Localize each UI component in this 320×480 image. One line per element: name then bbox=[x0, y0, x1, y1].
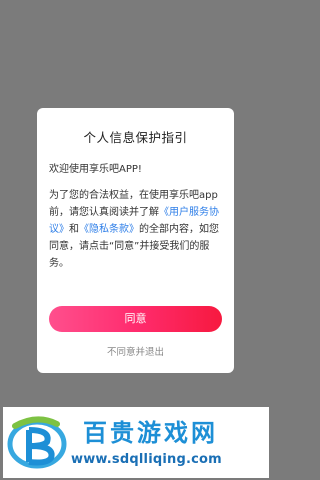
welcome-text: 欢迎使用享乐吧APP! bbox=[49, 164, 142, 175]
and-text: 和 bbox=[69, 224, 79, 235]
disagree-exit-button[interactable]: 不同意并退出 bbox=[37, 344, 234, 358]
site-watermark: 百贵游戏网 www.sdqlliqing.com bbox=[3, 407, 269, 478]
privacy-dialog: 个人信息保护指引 欢迎使用享乐吧APP! 为了您的合法权益，在使用享乐吧app前… bbox=[37, 108, 234, 373]
site-url-text: www.sdqlliqing.com bbox=[71, 452, 222, 467]
agree-button[interactable]: 同意 bbox=[49, 306, 222, 332]
site-logo-icon bbox=[7, 416, 67, 469]
site-name-text: 百贵游戏网 bbox=[83, 419, 218, 447]
privacy-policy-link[interactable]: 《隐私条款》 bbox=[79, 224, 139, 235]
dialog-title: 个人信息保护指引 bbox=[83, 130, 188, 145]
dialog-body-text: 为了您的合法权益，在使用享乐吧app前，请您认真阅读并了解《用户服务协议》和《隐… bbox=[49, 187, 222, 272]
